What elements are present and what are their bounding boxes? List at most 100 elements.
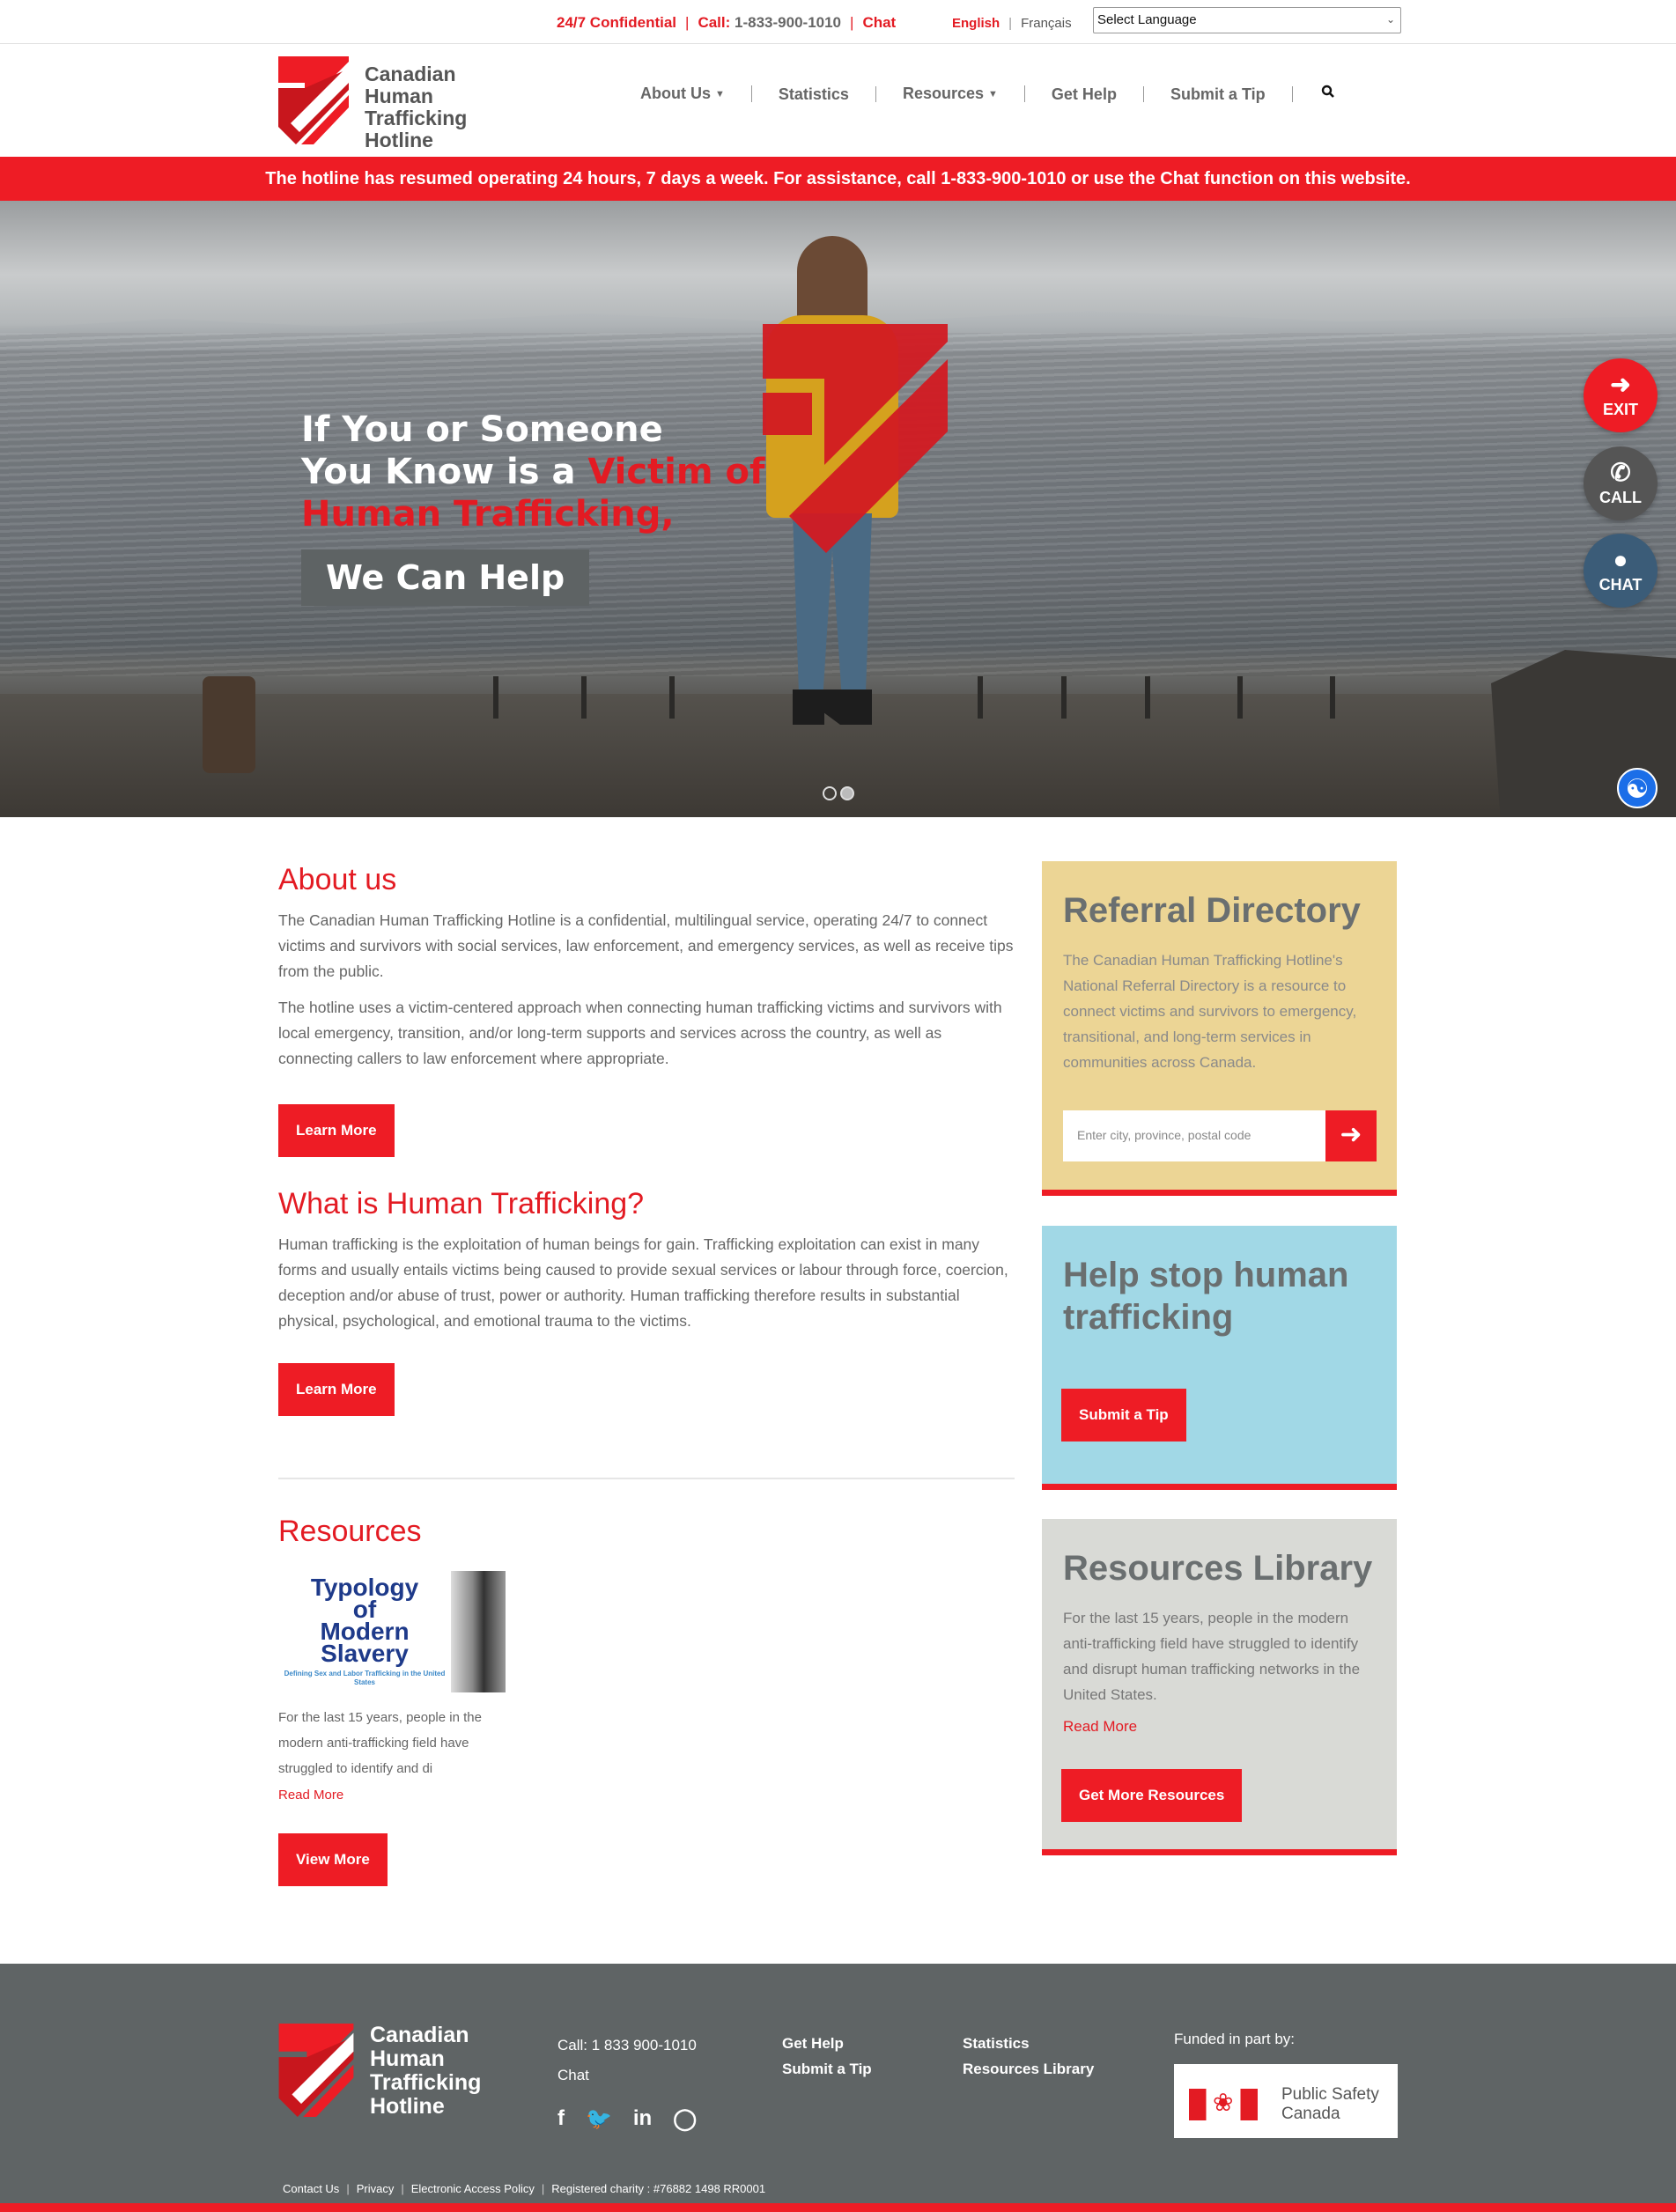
- privacy-link[interactable]: Privacy: [357, 2182, 395, 2195]
- chat-bubble-icon: ●: [1613, 546, 1628, 573]
- logo-text: Canadian Human Trafficking Hotline: [365, 63, 468, 151]
- hero-slider: If You or Someone You Know is a Victim o…: [0, 201, 1676, 817]
- nav-statistics[interactable]: Statistics: [752, 85, 876, 102]
- chat-button[interactable]: ● CHAT: [1584, 534, 1658, 608]
- separator: |: [685, 14, 690, 31]
- nav-resources[interactable]: Resources ▼: [876, 85, 1025, 102]
- psc-name: Public Safety Canada: [1281, 2085, 1379, 2123]
- about-section: About us The Canadian Human Trafficking …: [278, 863, 1015, 1157]
- separator: |: [1008, 16, 1013, 31]
- contact-strip: 24/7 Confidential | Call: 1-833-900-1010…: [557, 14, 896, 32]
- hero-headline: If You or Someone You Know is a Victim o…: [301, 409, 765, 535]
- alert-banner: The hotline has resumed operating 24 hou…: [0, 157, 1676, 201]
- referral-body: The Canadian Human Trafficking Hotline's…: [1063, 952, 1357, 1071]
- what-title: What is Human Trafficking?: [278, 1187, 645, 1220]
- footer-statistics-link[interactable]: Statistics: [963, 2031, 1094, 2056]
- resources-section: Resources Typology of Modern Slavery Def…: [278, 1515, 1015, 1886]
- funded-by-label: Funded in part by:: [1174, 2031, 1296, 2047]
- footer-call-link[interactable]: Call: 1 833 900-1010: [557, 2031, 697, 2061]
- submit-tip-button[interactable]: Submit a Tip: [1061, 1389, 1186, 1441]
- social-links: f 🐦 in ◯: [557, 2106, 697, 2132]
- site-header: Canadian Human Trafficking Hotline About…: [0, 44, 1676, 157]
- resource-thumbnail[interactable]: Typology of Modern Slavery Defining Sex …: [278, 1571, 506, 1692]
- exit-button[interactable]: ➜ EXIT: [1584, 358, 1658, 432]
- nav-about-us[interactable]: About Us ▼: [617, 85, 752, 102]
- nav-submit-tip[interactable]: Submit a Tip: [1144, 85, 1293, 102]
- pier-post: [581, 676, 587, 719]
- logo-mark-icon: [278, 56, 349, 144]
- hero-emblem-icon: [763, 324, 948, 553]
- phone-icon: ✆: [1610, 459, 1631, 486]
- chevron-down-icon: ⌄: [1385, 13, 1395, 26]
- about-title: About us: [278, 863, 397, 896]
- footer-links-2: Statistics Resources Library: [963, 2031, 1094, 2082]
- footer-submit-tip-link[interactable]: Submit a Tip: [782, 2056, 872, 2082]
- about-learn-more-button[interactable]: Learn More: [278, 1104, 395, 1157]
- slider-dot[interactable]: [823, 786, 837, 800]
- about-paragraph-2: The hotline uses a victim-centered appro…: [278, 999, 1002, 1067]
- caret-down-icon: ▼: [988, 89, 998, 100]
- french-link[interactable]: Français: [1021, 16, 1072, 31]
- footer-logo[interactable]: Canadian Human Trafficking Hotline: [278, 2024, 481, 2121]
- resources-title: Resources: [278, 1515, 422, 1548]
- resource-read-more-link[interactable]: Read More: [278, 1788, 343, 1803]
- utility-bar: 24/7 Confidential | Call: 1-833-900-1010…: [0, 0, 1676, 44]
- arrow-right-icon[interactable]: ➜: [1325, 1110, 1377, 1161]
- view-more-button[interactable]: View More: [278, 1833, 388, 1886]
- referral-directory-card: Referral Directory The Canadian Human Tr…: [1042, 861, 1397, 1196]
- footer-contact: Call: 1 833 900-1010 Chat: [557, 2031, 697, 2090]
- search-icon[interactable]: [1293, 85, 1335, 103]
- resource-excerpt: For the last 15 years, people in the mod…: [278, 1710, 482, 1776]
- pier-post: [1145, 676, 1150, 719]
- electronic-access-policy-link[interactable]: Electronic Access Policy: [411, 2182, 535, 2195]
- linkedin-icon[interactable]: in: [633, 2106, 652, 2132]
- what-paragraph: Human trafficking is the exploitation of…: [278, 1235, 1008, 1330]
- tip-title: Help stop human trafficking: [1063, 1256, 1349, 1337]
- library-body: For the last 15 years, people in the mod…: [1063, 1610, 1361, 1703]
- section-divider: [278, 1478, 1015, 1479]
- contact-us-link[interactable]: Contact Us: [283, 2182, 339, 2195]
- arrow-right-icon: ➜: [1610, 371, 1631, 398]
- site-logo[interactable]: Canadian Human Trafficking Hotline: [278, 56, 490, 151]
- instagram-icon[interactable]: ◯: [673, 2106, 697, 2132]
- pier-post: [1330, 676, 1335, 719]
- we-can-help-button[interactable]: We Can Help: [301, 549, 590, 606]
- chat-link[interactable]: Chat: [862, 14, 896, 32]
- pier-post: [493, 676, 498, 719]
- slider-dots: [823, 786, 854, 800]
- site-footer: Canadian Human Trafficking Hotline Call:…: [0, 1964, 1676, 2212]
- english-link[interactable]: English: [952, 16, 1000, 31]
- about-paragraph-1: The Canadian Human Trafficking Hotline i…: [278, 911, 1014, 980]
- accessibility-icon[interactable]: ☯: [1617, 768, 1658, 808]
- nav-get-help[interactable]: Get Help: [1025, 85, 1144, 102]
- library-read-more-link[interactable]: Read More: [1063, 1718, 1376, 1736]
- referral-title: Referral Directory: [1063, 891, 1361, 930]
- facebook-icon[interactable]: f: [557, 2106, 565, 2132]
- location-search-input[interactable]: Enter city, province, postal code: [1063, 1110, 1327, 1161]
- pier-post: [1237, 676, 1243, 719]
- public-safety-canada-logo[interactable]: ❀ Public Safety Canada: [1174, 2064, 1398, 2138]
- footer-links-1: Get Help Submit a Tip: [782, 2031, 872, 2082]
- footer-accent-line: [0, 2203, 1676, 2212]
- footer-chat-link[interactable]: Chat: [557, 2061, 697, 2090]
- call-button[interactable]: ✆ CALL: [1584, 446, 1658, 520]
- footer-get-help-link[interactable]: Get Help: [782, 2031, 872, 2056]
- twitter-icon[interactable]: 🐦: [586, 2106, 612, 2132]
- language-select[interactable]: Select Language ⌄: [1093, 7, 1401, 33]
- call-link[interactable]: Call: 1-833-900-1010: [698, 14, 841, 32]
- book-cover: Typology of Modern Slavery Defining Sex …: [284, 1574, 446, 1687]
- get-more-resources-button[interactable]: Get More Resources: [1061, 1769, 1243, 1822]
- separator: |: [541, 2182, 545, 2195]
- pier-post: [669, 676, 675, 719]
- separator: |: [346, 2182, 350, 2195]
- what-learn-more-button[interactable]: Learn More: [278, 1363, 395, 1416]
- pier-post: [1061, 676, 1067, 719]
- main-nav: About Us ▼ Statistics Resources ▼ Get He…: [617, 85, 1335, 103]
- language-switcher: English | Français: [952, 16, 1072, 31]
- footer-resources-library-link[interactable]: Resources Library: [963, 2056, 1094, 2082]
- slider-dot-active[interactable]: [840, 786, 854, 800]
- legal-links: Contact Us | Privacy | Electronic Access…: [283, 2182, 765, 2195]
- caret-down-icon: ▼: [715, 89, 725, 100]
- resources-library-card: Resources Library For the last 15 years,…: [1042, 1519, 1397, 1855]
- separator: |: [401, 2182, 404, 2195]
